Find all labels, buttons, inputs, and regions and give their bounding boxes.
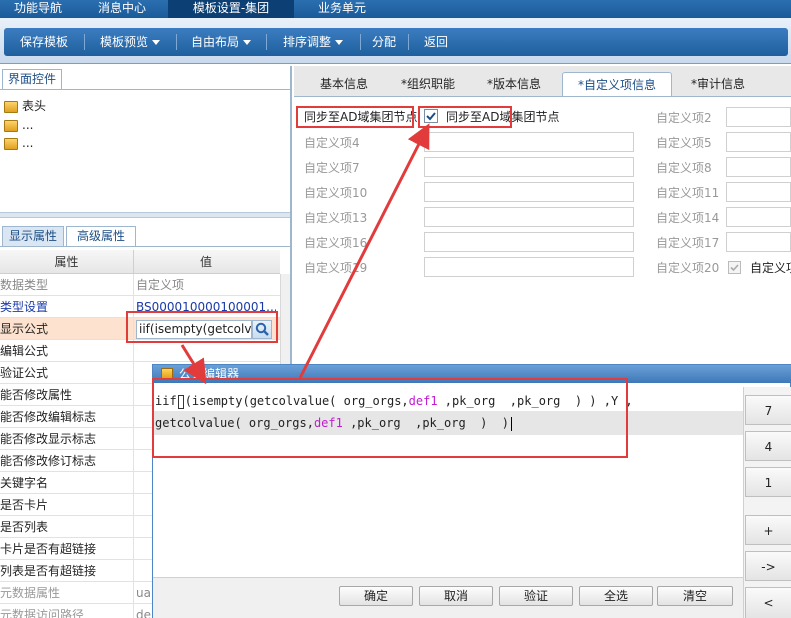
annotation-arrows: [180, 123, 430, 385]
annotation-arrow: [298, 123, 430, 379]
annotation-arrow: [180, 344, 207, 385]
